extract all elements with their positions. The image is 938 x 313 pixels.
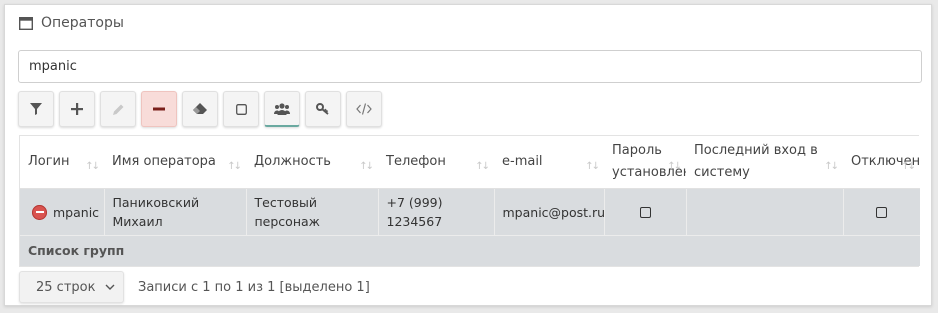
code-button[interactable] <box>346 91 382 127</box>
key-icon <box>316 103 329 115</box>
position-cell: Тестовый персонаж <box>246 188 379 236</box>
sort-icon: ↑↓ <box>227 161 242 172</box>
pencil-icon <box>112 104 123 115</box>
phone-cell: +7 (999) 1234567 <box>378 188 495 236</box>
search-input[interactable] <box>18 50 922 83</box>
delete-button[interactable] <box>141 91 177 127</box>
sort-icon: ↑↓ <box>85 161 100 172</box>
sort-icon: ↑↓ <box>667 161 682 172</box>
chevron-down-icon <box>105 284 115 290</box>
table-header-row: Логин ↑↓ Имя оператора ↑↓ Должность ↑↓ Теле… <box>20 136 920 189</box>
select-button[interactable] <box>223 91 259 127</box>
header-last-login[interactable]: Последний вход в систему ↑↓ <box>686 136 843 189</box>
edit-button[interactable] <box>100 91 136 127</box>
email-cell: mpanic@post.ru <box>494 188 605 236</box>
page-size-select[interactable]: 25 строк <box>19 271 124 303</box>
group-list-label: Список групп <box>20 235 920 266</box>
sort-icon: ↑↓ <box>824 161 839 172</box>
login-cell: mpanic <box>28 203 100 222</box>
password-button[interactable] <box>305 91 341 127</box>
window-icon <box>19 16 33 30</box>
last-login-cell <box>686 188 844 236</box>
sort-icon: ↑↓ <box>585 161 600 172</box>
add-button[interactable] <box>59 91 95 127</box>
header-password-set[interactable]: Пароль установлен ↑↓ <box>604 136 691 189</box>
header-login[interactable]: Логин ↑↓ <box>20 136 104 189</box>
square-icon <box>235 103 247 115</box>
disabled-checkbox <box>876 206 888 218</box>
header-phone[interactable]: Телефон ↑↓ <box>378 136 494 189</box>
remove-icon[interactable] <box>32 204 47 220</box>
plus-icon <box>71 103 83 115</box>
header-name[interactable]: Имя оператора ↑↓ <box>104 136 246 189</box>
table-row[interactable]: mpanic Паниковский Михаил Тестовый персо… <box>20 188 920 236</box>
password-set-checkbox <box>639 206 651 218</box>
login-value: mpanic <box>53 204 100 220</box>
disabled-cell <box>843 188 920 236</box>
groups-button[interactable] <box>264 91 300 127</box>
filter-icon <box>30 103 42 115</box>
header-disabled[interactable]: Отключен ↑↓ <box>843 136 920 189</box>
clear-button[interactable] <box>182 91 218 127</box>
panel-title: Операторы <box>41 15 124 31</box>
name-cell: Паниковский Михаил <box>104 188 247 236</box>
eraser-icon <box>193 103 207 114</box>
pager: 25 строк Записи с 1 по 1 из 1 [выделено … <box>19 271 370 303</box>
records-info: Записи с 1 по 1 из 1 [выделено 1] <box>138 279 370 295</box>
minus-icon <box>153 107 165 111</box>
page-size-value: 25 строк <box>36 279 96 295</box>
header-position[interactable]: Должность ↑↓ <box>246 136 378 189</box>
toolbar <box>18 91 382 127</box>
header-email[interactable]: e-mail ↑↓ <box>494 136 604 189</box>
users-icon <box>274 102 290 115</box>
operators-panel: Операторы mpanic Логин ↑↓ Имя оператора … <box>4 4 932 306</box>
operators-table: Логин ↑↓ Имя оператора ↑↓ Должность ↑↓ Теле… <box>19 135 920 267</box>
sort-icon: ↑↓ <box>475 161 490 172</box>
password-set-cell <box>604 188 687 236</box>
filter-button[interactable] <box>18 91 54 127</box>
sort-icon: ↑↓ <box>359 161 374 172</box>
sort-icon: ↑↓ <box>901 161 916 172</box>
panel-header: Операторы <box>19 11 124 35</box>
group-list-row[interactable]: Список групп <box>20 235 920 266</box>
code-icon <box>356 103 372 115</box>
